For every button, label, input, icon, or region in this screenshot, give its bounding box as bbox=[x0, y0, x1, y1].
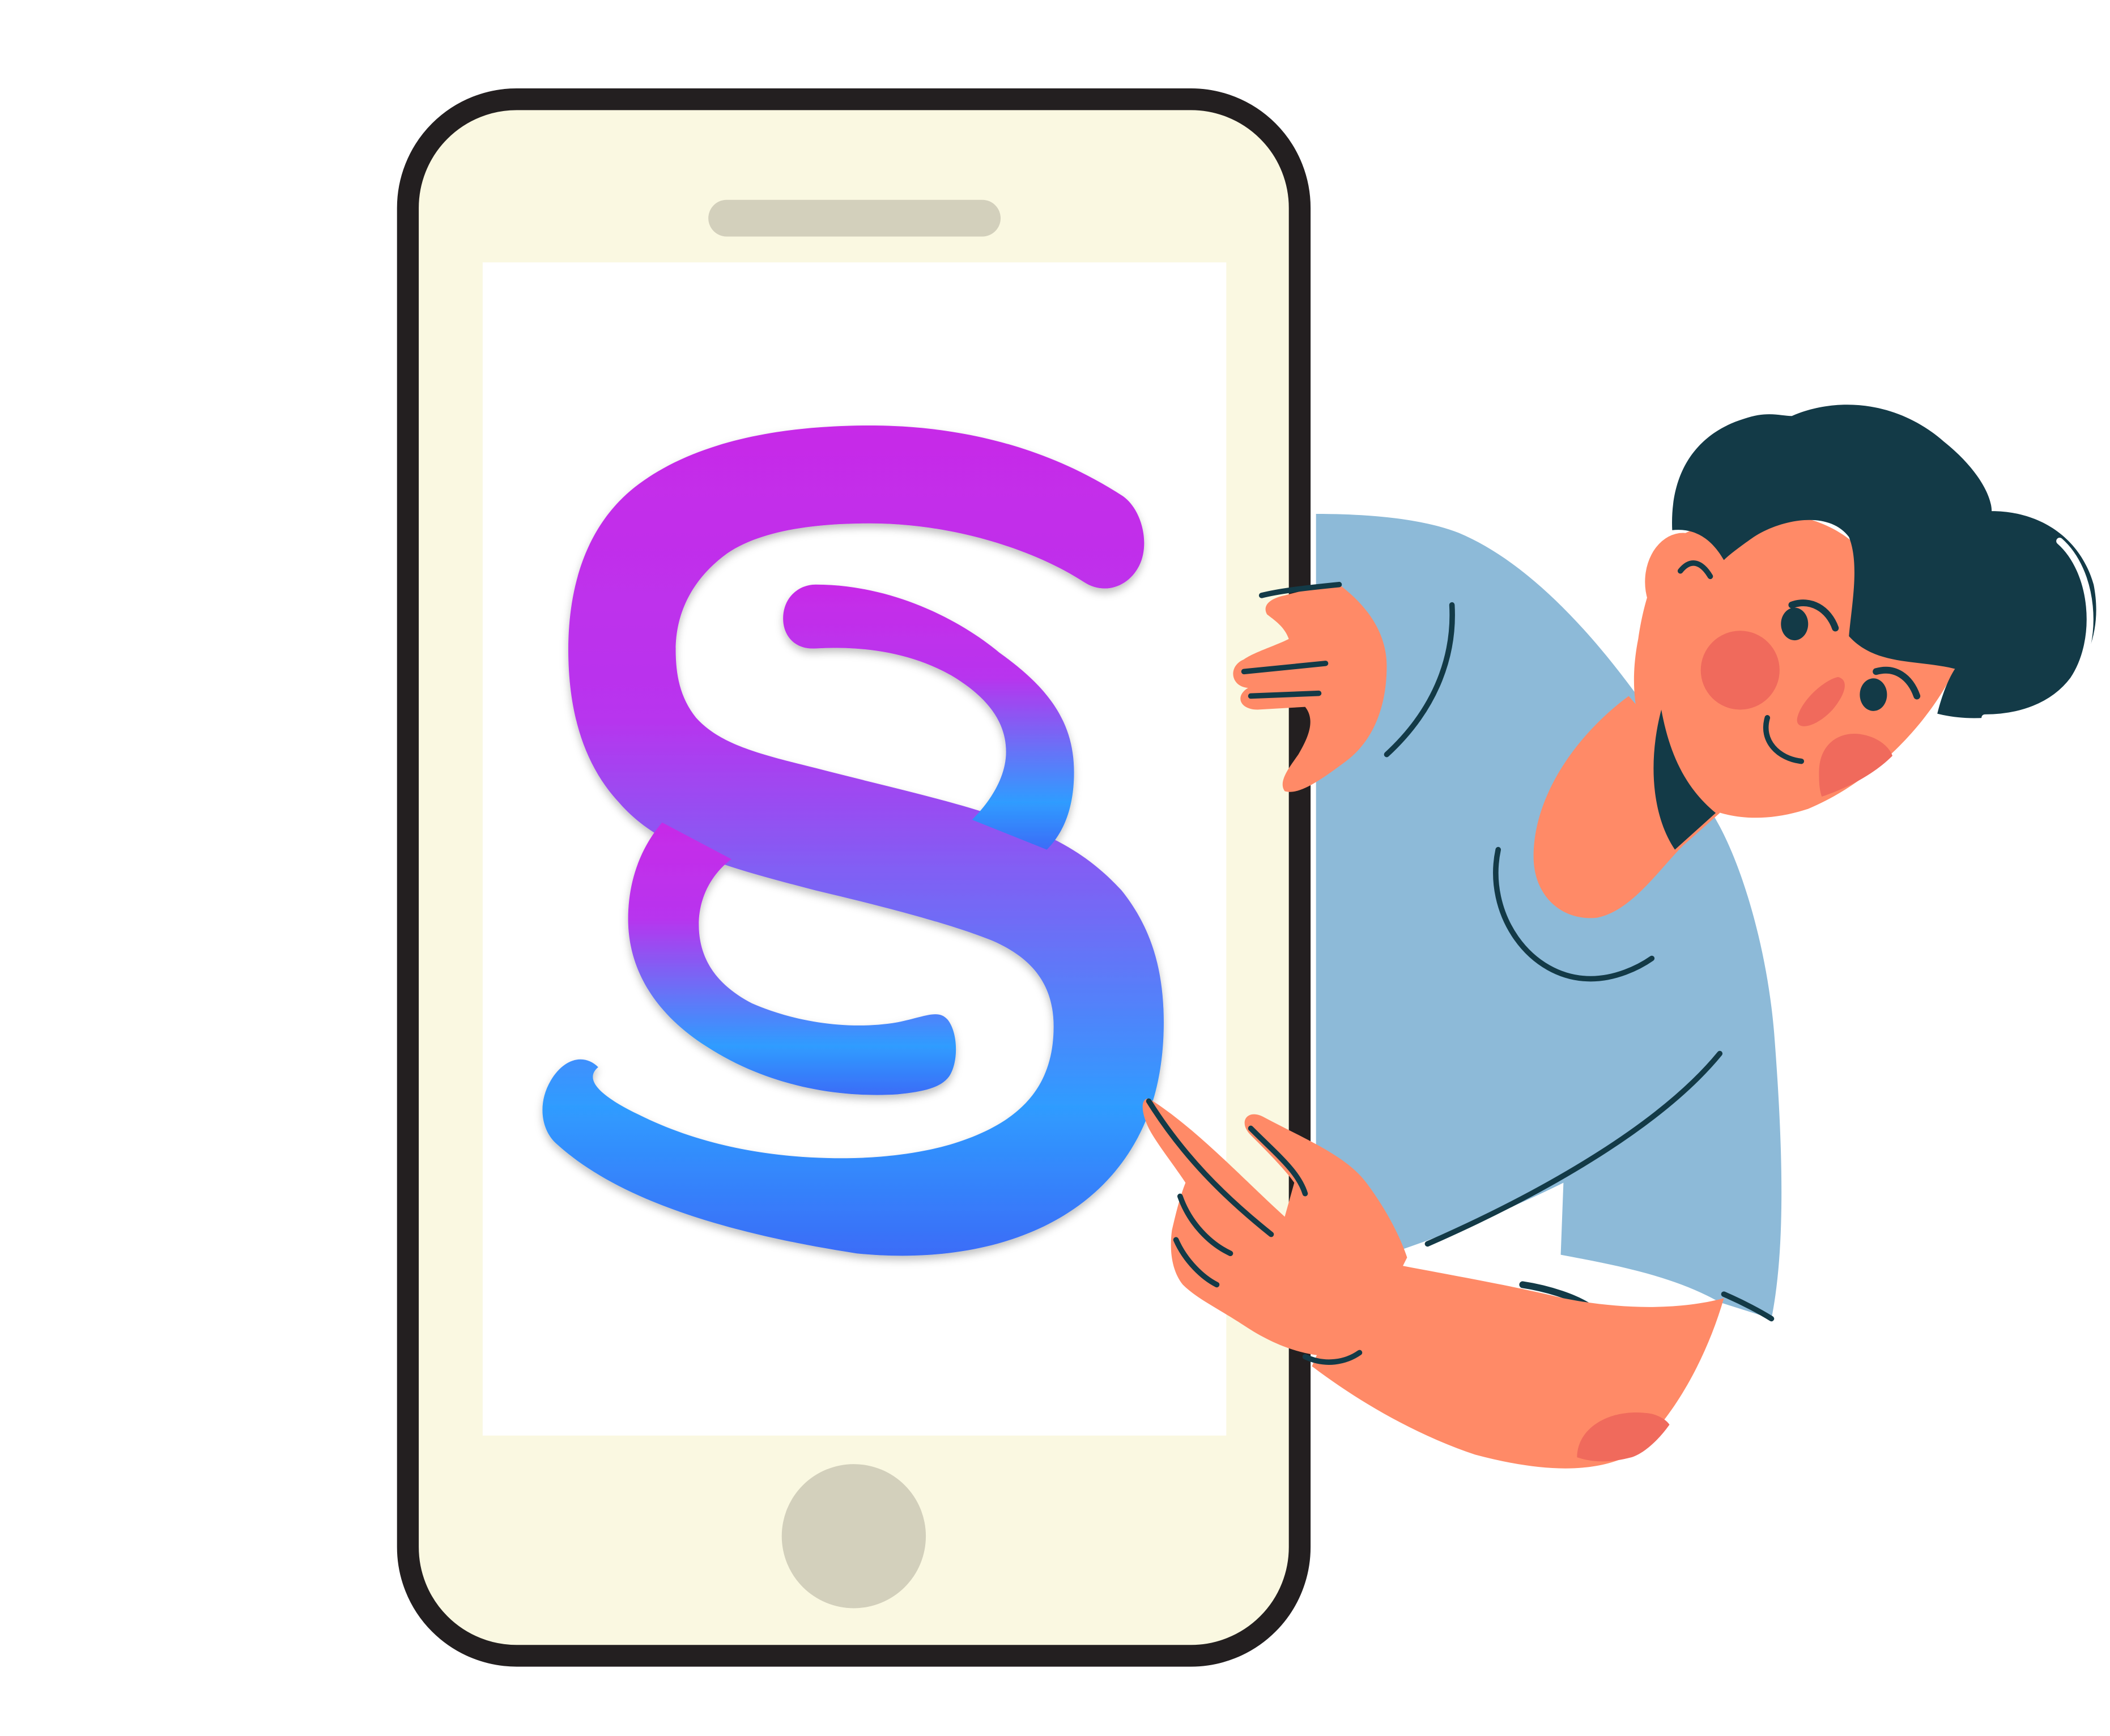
left-cheek bbox=[1700, 631, 1780, 710]
right-eye bbox=[1860, 678, 1887, 711]
right-cheek bbox=[1819, 734, 1893, 797]
ear-shape bbox=[1645, 533, 1721, 631]
illustration-scene bbox=[397, 88, 2096, 1667]
phone-speaker bbox=[708, 199, 1001, 237]
person-peeking-icon bbox=[1312, 405, 2096, 1469]
left-eye bbox=[1781, 607, 1809, 641]
phone-home-button bbox=[781, 1464, 926, 1609]
illustration-canvas bbox=[0, 0, 2110, 1736]
